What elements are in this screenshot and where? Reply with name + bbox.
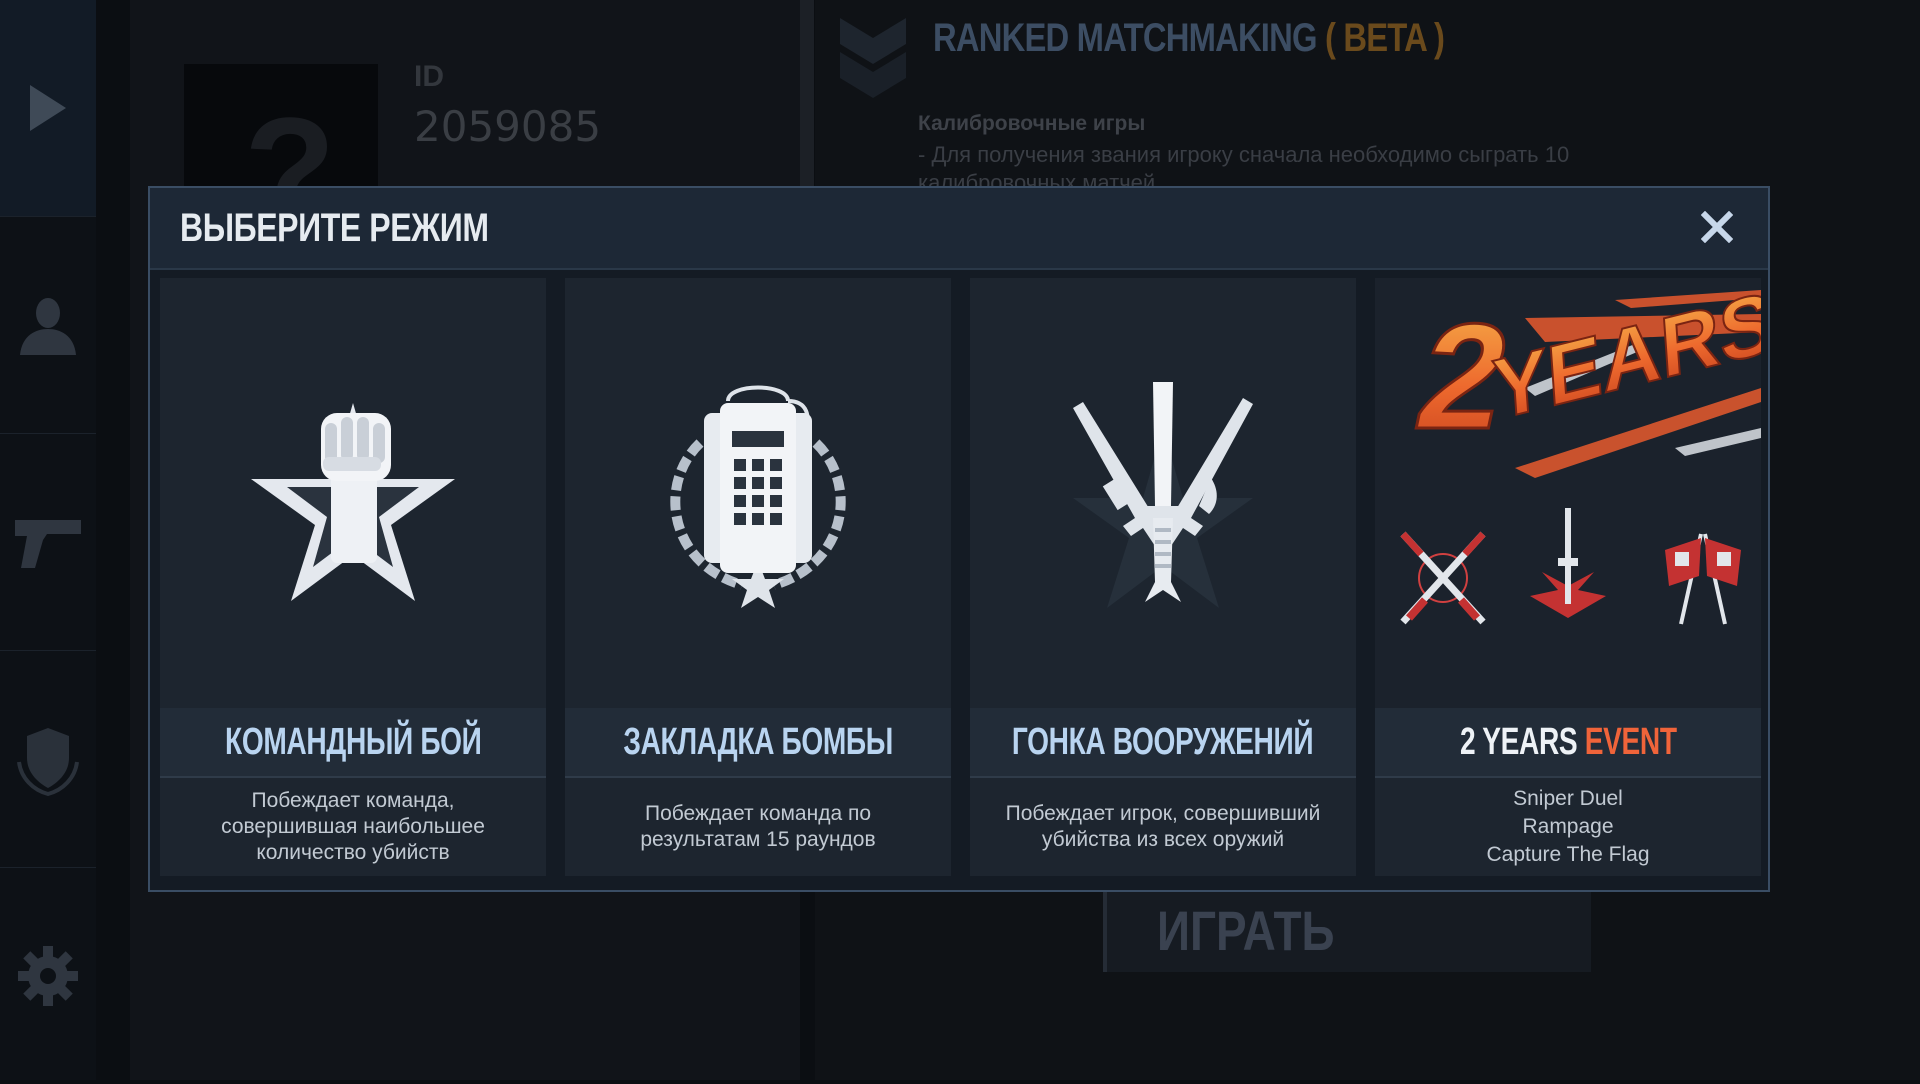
modal-title: ВЫБЕРИТЕ РЕЖИМ <box>180 206 489 250</box>
rank-chevron-icon <box>840 18 906 98</box>
mode-card-2-years-event[interactable]: 2 YEARS 2 YEARS EVENT Sniper Duel Rampag… <box>1375 278 1761 876</box>
mode-description: Sniper Duel Rampage Capture The Flag <box>1375 778 1761 876</box>
ranked-title: RANKED MATCHMAKING ( BETA ) <box>933 16 1445 61</box>
mode-description: Побеждает команда, совершившая наибольше… <box>160 778 546 876</box>
mode-cards: КОМАНДНЫЙ БОЙ Побеждает команда, соверши… <box>160 278 1761 878</box>
close-icon <box>1701 211 1733 243</box>
mode-description-line: количество убийств <box>256 841 450 864</box>
pistol-icon <box>15 520 81 568</box>
capture-flag-icon <box>1665 533 1741 625</box>
mode-card-art <box>160 278 546 708</box>
mode-card-team-battle[interactable]: КОМАНДНЫЙ БОЙ Побеждает команда, соверши… <box>160 278 546 876</box>
knife-rifles-icon <box>1073 382 1253 608</box>
mode-description-line: совершившая наибольшее <box>221 815 485 838</box>
event-mode-rampage: Rampage <box>1522 815 1614 838</box>
mode-card-bomb-plant[interactable]: ЗАКЛАДКА БОМБЫ Побеждает команда по резу… <box>565 278 951 876</box>
play-button[interactable]: ИГРАТЬ <box>1103 890 1591 972</box>
mode-select-modal: ВЫБЕРИТЕ РЕЖИМ КОМАНДНЫЙ БОЙ Побеждает к… <box>148 186 1770 892</box>
avatar: ? <box>184 64 378 194</box>
player-id-value: 2059085 <box>414 102 602 151</box>
mode-card-art: 2 YEARS <box>1375 278 1761 708</box>
mode-card-art <box>565 278 951 708</box>
ranked-beta-badge: ( BETA ) <box>1324 16 1445 60</box>
mode-name: КОМАНДНЫЙ БОЙ <box>224 720 482 763</box>
person-icon <box>20 298 76 355</box>
mode-description: Побеждает команда по результатам 15 раун… <box>565 778 951 876</box>
sidebar-item-play[interactable] <box>0 0 96 217</box>
mode-name: 2 YEARS EVENT <box>1460 721 1677 764</box>
mode-description-line: Побеждает команда по <box>644 802 872 825</box>
mode-name: ГОНКА ВООРУЖЕНИЙ <box>1012 720 1314 763</box>
play-button-label: ИГРАТЬ <box>1157 899 1335 962</box>
event-accent: EVENT <box>1584 720 1677 763</box>
close-button[interactable] <box>1694 204 1740 250</box>
anniversary-event-icon: 2 YEARS <box>1400 278 1761 625</box>
gear-icon <box>18 946 78 1006</box>
mode-description-line: Побеждает команда, <box>251 789 455 812</box>
mode-description: Побеждает игрок, совершивший убийства из… <box>970 778 1356 876</box>
event-mode-capture-the-flag: Capture The Flag <box>1486 843 1650 866</box>
mode-name-bar: 2 YEARS EVENT <box>1375 708 1761 778</box>
event-mode-sniper-duel: Sniper Duel <box>1513 787 1623 810</box>
mode-name: ЗАКЛАДКА БОМБЫ <box>623 720 893 763</box>
panel-divider <box>800 0 814 190</box>
mode-card-arms-race[interactable]: ГОНКА ВООРУЖЕНИЙ Побеждает игрок, соверш… <box>970 278 1356 876</box>
mode-name-bar: ГОНКА ВООРУЖЕНИЙ <box>970 708 1356 778</box>
mode-description-line: убийства из всех оружий <box>1041 828 1285 851</box>
bomb-wreath-icon <box>670 385 846 608</box>
shield-icon <box>17 728 79 796</box>
mode-description-line: результатам 15 раундов <box>640 828 876 851</box>
ranked-title-text: RANKED MATCHMAKING <box>933 16 1317 60</box>
play-icon <box>30 85 66 131</box>
mode-card-art <box>970 278 1356 708</box>
player-id-label: ID <box>414 60 444 93</box>
avatar-placeholder: ? <box>244 86 336 194</box>
mode-name-bar: КОМАНДНЫЙ БОЙ <box>160 708 546 778</box>
calibration-title: Калибровочные игры <box>918 112 1146 135</box>
sidebar-item-weapons[interactable] <box>0 434 96 651</box>
sidebar <box>0 0 96 1080</box>
mode-description-line: Побеждает игрок, совершивший <box>1005 802 1321 825</box>
sidebar-item-clan[interactable] <box>0 651 96 868</box>
sidebar-item-settings[interactable] <box>0 868 96 1084</box>
sniper-duel-icon <box>1400 531 1486 625</box>
rampage-icon <box>1530 508 1606 618</box>
event-name: 2 YEARS <box>1459 720 1578 763</box>
modal-header: ВЫБЕРИТЕ РЕЖИМ <box>150 188 1768 270</box>
sidebar-item-profile[interactable] <box>0 217 96 434</box>
fist-star-icon <box>251 403 455 601</box>
mode-name-bar: ЗАКЛАДКА БОМБЫ <box>565 708 951 778</box>
